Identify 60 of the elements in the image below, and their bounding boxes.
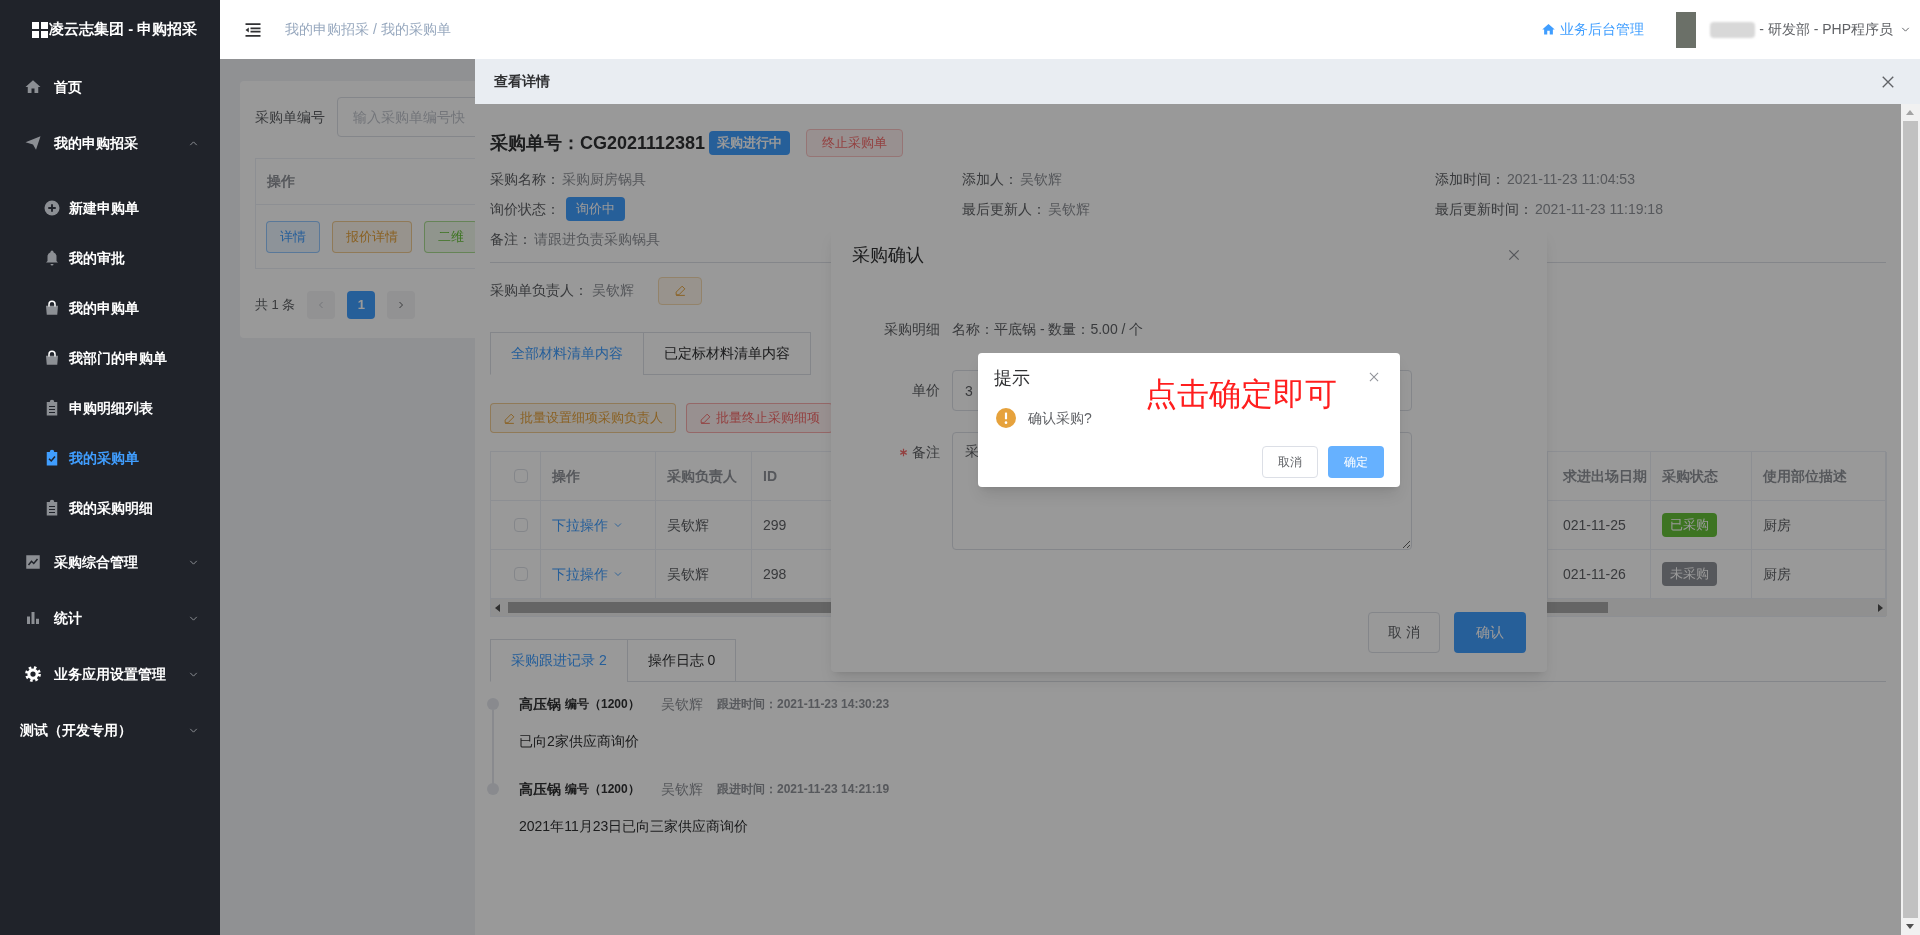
user-role: - 研发部 - PHP程序员 [1759,20,1893,39]
field-label: 采购单编号 [255,107,326,127]
field-label: 询价状态： [490,199,560,219]
table-cell-text: 厨房 [1763,515,1791,535]
column-header: 求进出场日期 [1563,466,1647,486]
table-cell-text: 021-11-25 [1563,515,1626,535]
table-cell-text: 吴钦辉 [667,564,709,584]
field-value: 请跟进负责采购锅具 [534,229,660,249]
column-header: 操作 [552,466,580,486]
item-title: 高压锅 [519,694,561,714]
field-value: 吴钦辉 [1048,199,1090,219]
field-label: 备注： [490,229,532,249]
field-value: 名称：平底锅 - 数量：5.00 / 个 [952,319,1144,339]
field-label: 最后更新时间： [1435,199,1533,219]
field-label: 采购名称： [490,169,560,189]
message-box-title: 提示 [994,367,1030,389]
drawer-title: 查看详情 [494,72,550,91]
item-code: 编号（1200） [565,781,640,798]
author-name: 吴钦辉 [661,779,703,799]
column-header: 采购状态 [1662,466,1718,486]
field-value: 2021-11-23 11:19:18 [1535,199,1663,219]
status-badge: 采购进行中 [709,131,791,155]
field-label: 添加时间： [1435,169,1505,189]
field-label: 添加人： [962,169,1018,189]
breadcrumb: 我的申购招采 / 我的采购单 [285,20,451,39]
author-name: 吴钦辉 [661,694,703,714]
table-cell-text: 021-11-26 [1563,564,1626,584]
table-cell-text: 吴钦辉 [667,515,709,535]
field-label: 采购单负责人： [490,281,588,300]
field-value: 吴钦辉 [592,281,634,300]
pagination-total: 共 1 条 [255,296,296,315]
follow-up-time: 跟进时间：2021-11-23 14:30:23 [717,696,890,713]
message-text: 确认采购? [1028,408,1092,428]
app-title: 凌云志集团 - 申购招采 [49,19,198,40]
order-number-label: 采购单号： [490,131,580,155]
follow-up-note: 2021年11月23日已向三家供应商询价 [519,817,750,836]
field-value: 吴钦辉 [1020,169,1062,189]
column-header: 采购负责人 [667,466,737,486]
field-value: 2021-11-23 11:04:53 [1507,169,1635,189]
follow-up-note: 已向2家供应商询价 [519,732,640,751]
field-label: 最后更新人： [962,199,1046,219]
item-title: 高压锅 [519,779,561,799]
field-label: 单价 [912,381,940,400]
table-cell-text: 厨房 [1763,564,1791,584]
status-tag: 未采购 [1662,562,1717,586]
annotation-text: 点击确定即可 [1145,375,1337,414]
status-tag: 已采购 [1662,513,1717,537]
field-label: 备注 [912,443,940,462]
table-cell-text: 299 [763,515,787,535]
item-code: 编号（1200） [565,696,640,713]
column-header: 使用部位描述 [1763,466,1847,486]
order-number: CG2021112381 [580,131,706,155]
column-header: 操作 [267,172,295,191]
field-value: 采购厨房锅具 [562,169,646,189]
dialog-title: 采购确认 [852,243,924,267]
column-header: ID [763,466,777,486]
table-cell-text: 298 [763,564,787,584]
status-tag: 询价中 [566,197,625,221]
field-label: 采购明细 [884,319,940,339]
follow-up-time: 跟进时间：2021-11-23 14:21:19 [717,781,890,798]
